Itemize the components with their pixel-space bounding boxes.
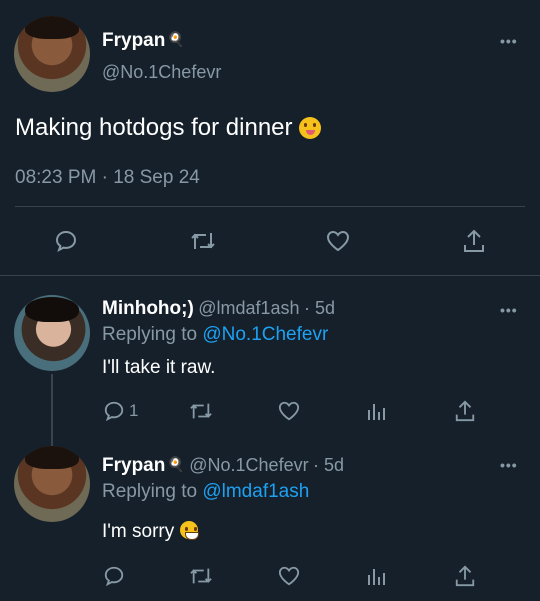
replying-to-link[interactable]: @lmdaf1ash <box>202 481 309 502</box>
replying-to-line: Replying to @lmdaf1ash <box>102 481 309 503</box>
divider <box>15 206 525 207</box>
reply-text: I'll take it raw. <box>102 357 216 378</box>
tweet-text: Making hotdogs for dinner <box>15 114 293 141</box>
reply-icon[interactable] <box>103 565 125 587</box>
tweet-text-line: Making hotdogs for dinner <box>15 114 322 142</box>
author-handle[interactable]: @No.1Chefevr <box>189 455 308 475</box>
like-icon[interactable] <box>325 229 351 253</box>
avatar[interactable] <box>14 16 90 92</box>
avatar[interactable] <box>14 295 90 371</box>
share-icon[interactable] <box>454 564 476 588</box>
like-icon[interactable] <box>277 400 301 422</box>
replying-to-label: Replying to <box>102 481 198 502</box>
more-options-icon[interactable]: ••• <box>500 457 518 473</box>
avatar[interactable] <box>14 446 90 522</box>
retweet-icon[interactable] <box>188 565 214 587</box>
more-options-icon[interactable]: ••• <box>500 33 518 49</box>
reply-header: Frypan 🍳 @No.1Chefevr · 5d <box>102 455 344 477</box>
reply-count: 1 <box>129 401 139 420</box>
reply-time[interactable]: · 5d <box>313 455 344 475</box>
retweet-icon[interactable] <box>188 400 214 422</box>
frying-pan-icon: 🍳 <box>167 31 185 47</box>
reply-icon[interactable] <box>103 400 125 422</box>
share-icon[interactable] <box>454 399 476 423</box>
like-icon[interactable] <box>277 565 301 587</box>
tweet-timestamp[interactable]: 08:23 PM · 18 Sep 24 <box>15 167 200 189</box>
author-handle[interactable]: @No.1Chefevr <box>102 62 221 83</box>
reply-time[interactable]: · 5d <box>304 298 335 318</box>
retweet-icon[interactable] <box>189 229 217 253</box>
reply-text: I'm sorry <box>102 521 175 542</box>
more-options-icon[interactable]: ••• <box>500 302 518 318</box>
share-icon[interactable] <box>462 228 486 254</box>
reply-text-line: I'm sorry <box>102 521 199 543</box>
author-handle[interactable]: @lmdaf1ash <box>198 298 299 318</box>
analytics-icon[interactable] <box>366 565 388 587</box>
author-name[interactable]: Minhoho;) <box>102 298 194 319</box>
grin-emoji <box>179 521 199 540</box>
replying-to-link[interactable]: @No.1Chefevr <box>202 324 328 345</box>
yum-emoji <box>299 117 322 139</box>
reply-header: Minhoho;) @lmdaf1ash · 5d <box>102 298 335 320</box>
thread-line <box>51 374 53 446</box>
frying-pan-icon: 🍳 <box>167 456 185 472</box>
replying-to-label: Replying to <box>102 324 198 345</box>
replying-to-line: Replying to @No.1Chefevr <box>102 324 328 346</box>
analytics-icon[interactable] <box>366 400 388 422</box>
reply-icon[interactable] <box>54 229 78 253</box>
author-name[interactable]: Frypan <box>102 455 165 476</box>
author-name[interactable]: Frypan <box>102 30 165 51</box>
divider <box>0 275 540 276</box>
